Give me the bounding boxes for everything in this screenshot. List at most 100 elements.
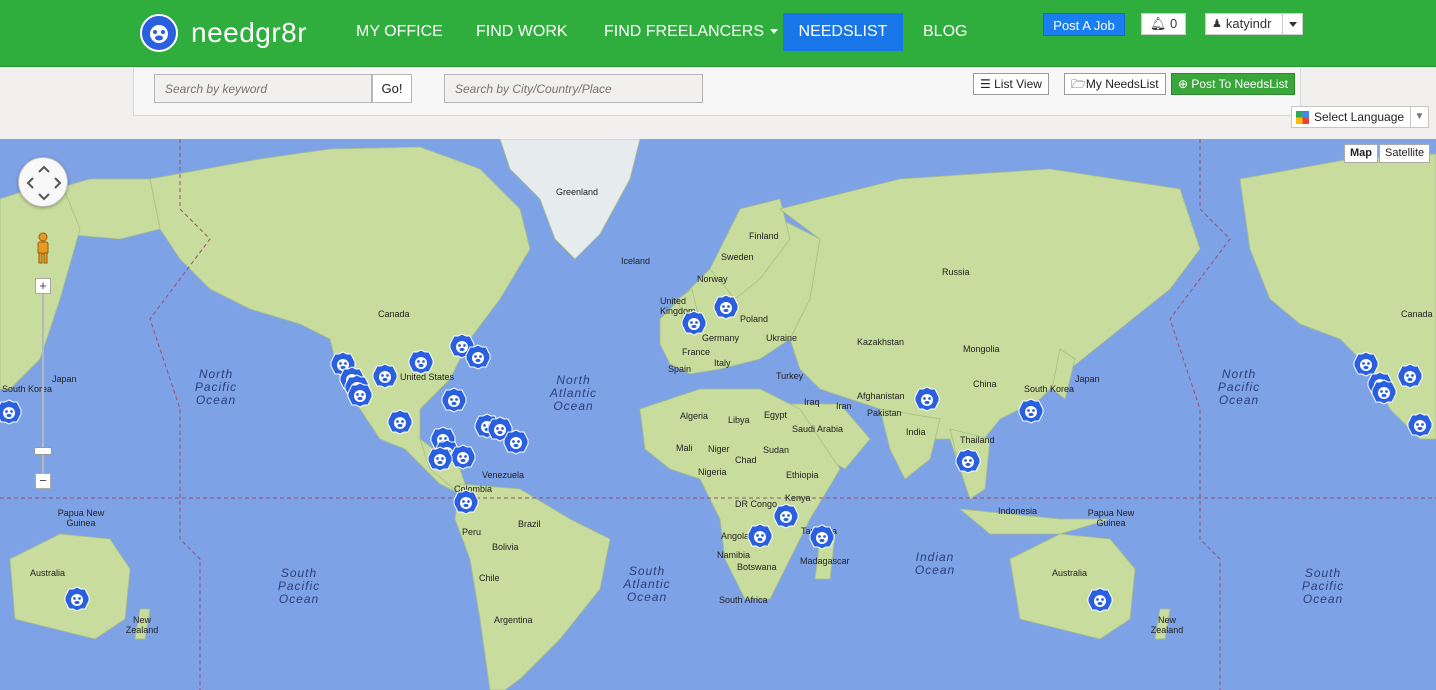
map-label: Madagascar xyxy=(800,556,850,566)
nav-blog[interactable]: BLOG xyxy=(903,13,987,51)
google-icon xyxy=(1296,110,1309,124)
map-type-satellite-button[interactable]: Satellite xyxy=(1379,144,1431,163)
map-label: India xyxy=(906,427,926,437)
map-label: Peru xyxy=(462,527,482,537)
notifications-button[interactable]: 🔔︎ 0 xyxy=(1141,13,1186,35)
ocean-label: North Pacific Ocean xyxy=(194,367,238,407)
map-label: Iran xyxy=(836,401,852,411)
nav-needslist[interactable]: NEEDSLIST xyxy=(783,13,903,51)
map-label: Libya xyxy=(728,415,750,425)
map-label: Iceland xyxy=(621,256,651,266)
user-menu-button[interactable]: ♟ katyindr xyxy=(1205,13,1303,35)
bell-icon: 🔔︎ xyxy=(1149,16,1167,31)
go-button[interactable]: Go! xyxy=(372,74,412,103)
street-view-pegman-icon[interactable] xyxy=(35,231,51,265)
ocean-label: South Atlantic Ocean xyxy=(623,564,671,604)
pan-arrows-icon xyxy=(26,165,62,201)
job-marker-icon[interactable] xyxy=(1371,379,1397,405)
map-label: Iraq xyxy=(804,397,820,407)
job-marker-icon[interactable] xyxy=(441,387,467,413)
job-marker-icon[interactable] xyxy=(681,310,707,336)
map-label: Australia xyxy=(30,568,66,578)
map-label: Turkey xyxy=(776,371,804,381)
job-marker-icon[interactable] xyxy=(387,409,413,435)
zoom-out-button[interactable]: − xyxy=(35,473,51,489)
job-marker-icon[interactable] xyxy=(64,586,90,612)
list-view-label: List View xyxy=(994,77,1042,91)
job-marker-icon[interactable] xyxy=(713,294,739,320)
user-dropdown-toggle[interactable] xyxy=(1282,14,1302,34)
keyword-search-input[interactable] xyxy=(154,74,372,103)
map-label: Mali xyxy=(676,443,693,453)
map-label: Niger xyxy=(708,444,730,454)
ocean-label: North Pacific Ocean xyxy=(1217,367,1261,407)
map-label: Greenland xyxy=(556,187,599,197)
post-a-job-button[interactable]: Post A Job xyxy=(1043,13,1125,36)
map-label: Thailand xyxy=(960,435,995,445)
username: katyindr xyxy=(1225,16,1272,31)
notification-count: 0 xyxy=(1169,16,1178,31)
job-marker-icon[interactable] xyxy=(453,489,479,515)
job-marker-icon[interactable] xyxy=(1397,363,1423,389)
map-label: Canada xyxy=(1401,309,1433,319)
job-marker-icon[interactable] xyxy=(747,523,773,549)
map-label: Afghanistan xyxy=(857,391,905,401)
map-label: Russia xyxy=(942,267,970,277)
job-marker-icon[interactable] xyxy=(427,446,453,472)
job-marker-icon[interactable] xyxy=(372,363,398,389)
pan-control[interactable] xyxy=(18,157,68,207)
job-marker-icon[interactable] xyxy=(955,448,981,474)
map-land-layer xyxy=(0,139,1436,690)
map-label: South Korea xyxy=(1024,384,1075,394)
job-marker-icon[interactable] xyxy=(914,386,940,412)
language-select[interactable]: Select Language ▼ xyxy=(1291,106,1429,128)
chevron-down-icon xyxy=(1288,21,1297,27)
my-needslist-button[interactable]: 🗁︎My NeedsList xyxy=(1064,73,1166,95)
map-label: Kazakhstan xyxy=(857,337,905,347)
world-map[interactable]: Greenland Iceland Finland Sweden Norway … xyxy=(0,139,1436,690)
map-label: New Zealand xyxy=(125,615,159,635)
place-search-input[interactable] xyxy=(444,74,703,103)
job-marker-icon[interactable] xyxy=(503,429,529,455)
map-label: South Africa xyxy=(719,595,768,605)
zoom-slider-handle[interactable] xyxy=(34,447,52,455)
list-view-button[interactable]: ☰ List View xyxy=(973,73,1049,95)
job-marker-icon[interactable] xyxy=(1018,398,1044,424)
map-label: Papua New Guinea xyxy=(1087,508,1135,528)
map-label: Australia xyxy=(1052,568,1088,578)
job-marker-icon[interactable] xyxy=(1407,412,1433,438)
nav-my-office[interactable]: MY OFFICE xyxy=(336,13,463,51)
job-marker-icon[interactable] xyxy=(773,503,799,529)
job-marker-icon[interactable] xyxy=(408,349,434,375)
job-marker-icon[interactable] xyxy=(1087,587,1113,613)
job-marker-icon[interactable] xyxy=(450,444,476,470)
folder-open-icon: 🗁︎ xyxy=(1071,77,1086,91)
map-label: Pakistan xyxy=(867,408,902,418)
map-label: Angola xyxy=(721,531,750,541)
map-label: Germany xyxy=(702,333,740,343)
job-marker-icon[interactable] xyxy=(347,382,373,408)
language-select-label: Select Language xyxy=(1314,110,1405,124)
map-label: New Zealand xyxy=(1150,615,1184,635)
job-marker-icon[interactable] xyxy=(809,524,835,550)
map-type-map-button[interactable]: Map xyxy=(1344,144,1378,163)
map-label: Bolivia xyxy=(492,542,519,552)
brand-name: needgr8r xyxy=(191,17,308,48)
brand[interactable]: needgr8r xyxy=(140,14,307,52)
nav-find-work[interactable]: FIND WORK xyxy=(456,13,588,51)
search-panel: Go! ☰ List View 🗁︎My NeedsList ⊕ Post To… xyxy=(133,68,1301,116)
list-icon: ☰ xyxy=(980,77,991,91)
map-label: Saudi Arabia xyxy=(792,424,844,434)
job-marker-icon[interactable] xyxy=(0,399,22,425)
map-label: Japan xyxy=(52,374,77,384)
map-label: Ethiopia xyxy=(786,470,819,480)
map-label: Norway xyxy=(697,274,728,284)
map-label: Poland xyxy=(740,314,769,324)
map-label: Spain xyxy=(668,364,692,374)
nav-find-freelancers[interactable]: FIND FREELANCERS xyxy=(584,13,798,51)
post-to-needslist-button[interactable]: ⊕ Post To NeedsList xyxy=(1171,73,1295,95)
ocean-label: South Pacific Ocean xyxy=(1301,566,1345,606)
zoom-in-button[interactable]: + xyxy=(35,278,51,294)
map-label: Argentina xyxy=(494,615,533,625)
job-marker-icon[interactable] xyxy=(465,344,491,370)
